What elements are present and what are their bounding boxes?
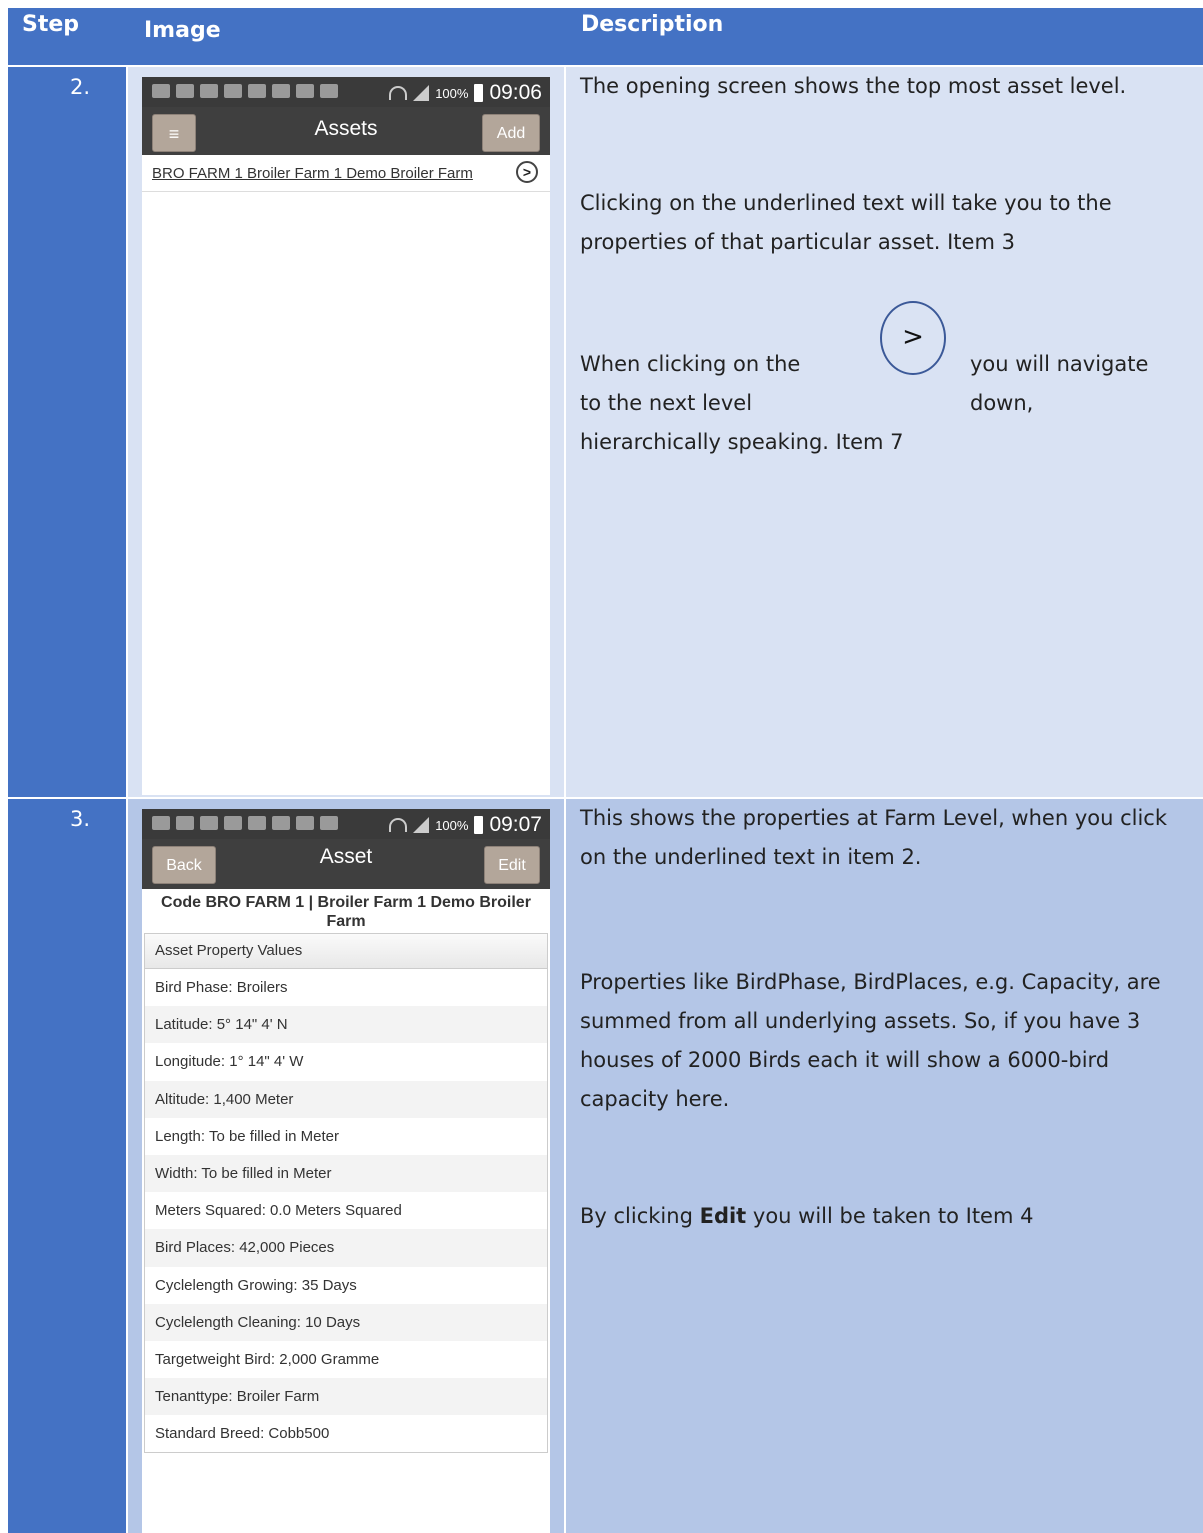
news-icon [224,84,242,98]
chevron-circle-icon: > [880,301,946,375]
message-icon [152,816,170,830]
status-bar: 100% 09:07 [142,809,550,839]
cast-icon [272,84,290,98]
table-row: 2. 100% 09:06 ≡ Assets Add BRO FARM 1 Br… [8,67,1203,797]
description-text: When clicking on the [580,352,801,376]
news-icon [224,816,242,830]
app-bar: ≡ Assets Add [142,107,550,155]
mail-icon [296,816,314,830]
description-paragraph: The opening screen shows the top most as… [580,74,1127,98]
header-description: Description [581,12,724,37]
clock: 09:07 [489,813,542,836]
property-row: Latitude: 5° 14" 4' N [145,1006,547,1044]
step-number: 2. [70,75,91,99]
news-icon [176,84,194,98]
description-text: to the next level [580,391,753,415]
news-icon [248,84,266,98]
property-row: Standard Breed: Cobb500 [155,1425,330,1443]
battery-percent: 100% [435,85,469,101]
property-row: Length: To be filled in Meter [155,1127,340,1145]
description-paragraph: When clicking on the you will navigate t… [580,345,1180,465]
description-text: you will be taken to Item 4 [752,1204,1034,1228]
news-icon [272,816,290,830]
description-paragraph: Properties like BirdPhase, BirdPlaces, e… [580,970,1161,1111]
header-step: Step [22,12,80,37]
property-row: Width: To be filled in Meter [145,1154,547,1193]
mail-icon [296,84,314,98]
description-text: hierarchically speaking. Item 7 [580,430,904,454]
header-image: Image [144,18,221,43]
news-icon [248,816,266,830]
table-row: 3. 100% 09:07 Back Asset Edit Code BRO F… [8,799,1203,1533]
property-row: Meters Squared: 0.0 Meters Squared [155,1202,402,1220]
edit-keyword: Edit [699,1204,747,1228]
battery-icon [474,84,484,102]
asset-link[interactable]: BRO FARM 1 Broiler Farm 1 Demo Broiler F… [152,165,473,182]
battery-icon [474,816,484,834]
property-row: Cyclelength Growing: 35 Days [155,1276,357,1294]
phone-screenshot: 100% 09:06 ≡ Assets Add BRO FARM 1 Broil… [142,77,550,795]
battery-percent: 100% [435,817,469,833]
phone-screenshot: 100% 09:07 Back Asset Edit Code BRO FARM… [142,809,550,1533]
property-table: Asset Property Values Bird Phase: Broile… [144,933,548,1454]
table-header-row: Step Image Description [8,8,1203,65]
news-icon [200,84,218,98]
document-page: Step Image Description 2. 100% 09:06 ≡ A… [0,0,1203,1533]
property-row: Altitude: 1,400 Meter [145,1080,547,1118]
signal-icon [413,85,430,101]
property-row: Longitude: 1° 14" 4' W [155,1053,304,1071]
description-cell: This shows the properties at Farm Level,… [566,799,1203,1533]
property-row: Tenanttype: Broiler Farm [145,1378,547,1416]
app-bar: Back Asset Edit [142,839,550,889]
status-bar: 100% 09:06 [142,77,550,107]
edit-button[interactable]: Edit [484,846,540,884]
step-cell: 2. [8,67,126,797]
description-paragraph: By clicking Edit you will be taken to It… [580,1197,1193,1236]
message-icon [152,84,170,98]
description-text: you will navigate [970,352,1149,376]
notification-icons [152,816,338,830]
list-item[interactable]: BRO FARM 1 Broiler Farm 1 Demo Broiler F… [142,155,550,192]
image-cell: 100% 09:06 ≡ Assets Add BRO FARM 1 Broil… [128,67,564,797]
status-right: 100% 09:06 [389,81,542,105]
outlook-icon [320,816,338,830]
description-text: down, [970,391,1034,415]
add-button[interactable]: Add [482,114,540,152]
step-number: 3. [70,807,91,831]
description-paragraph: Clicking on the underlined text will tak… [580,191,1112,254]
property-list: Bird Phase: Broilers Latitude: 5° 14" 4' … [145,969,547,1452]
step-cell: 3. [8,799,126,1533]
wifi-icon [389,818,408,832]
property-row: Bird Phase: Broilers [155,979,288,996]
status-right: 100% 09:07 [389,813,542,837]
property-row: Targetweight Bird: 2,000 Gramme [155,1350,380,1368]
property-table-header: Asset Property Values [145,934,547,969]
asset-code-heading: Code BRO FARM 1 | Broiler Farm 1 Demo Br… [161,894,531,930]
outlook-icon [320,84,338,98]
image-cell: 100% 09:07 Back Asset Edit Code BRO FARM… [128,799,564,1533]
description-cell: The opening screen shows the top most as… [566,67,1203,797]
chevron-right-icon[interactable]: > [516,161,538,183]
cast-icon [176,816,194,830]
news-icon [200,816,218,830]
clock: 09:06 [489,81,542,104]
property-row: Cyclelength Cleaning: 10 Days [145,1303,547,1341]
notification-icons [152,84,338,98]
description-text: By clicking [580,1204,693,1228]
wifi-icon [389,86,408,100]
description-paragraph: This shows the properties at Farm Level,… [580,806,1168,869]
property-row: Bird Places: 42,000 Pieces [145,1229,547,1267]
signal-icon [413,817,430,833]
